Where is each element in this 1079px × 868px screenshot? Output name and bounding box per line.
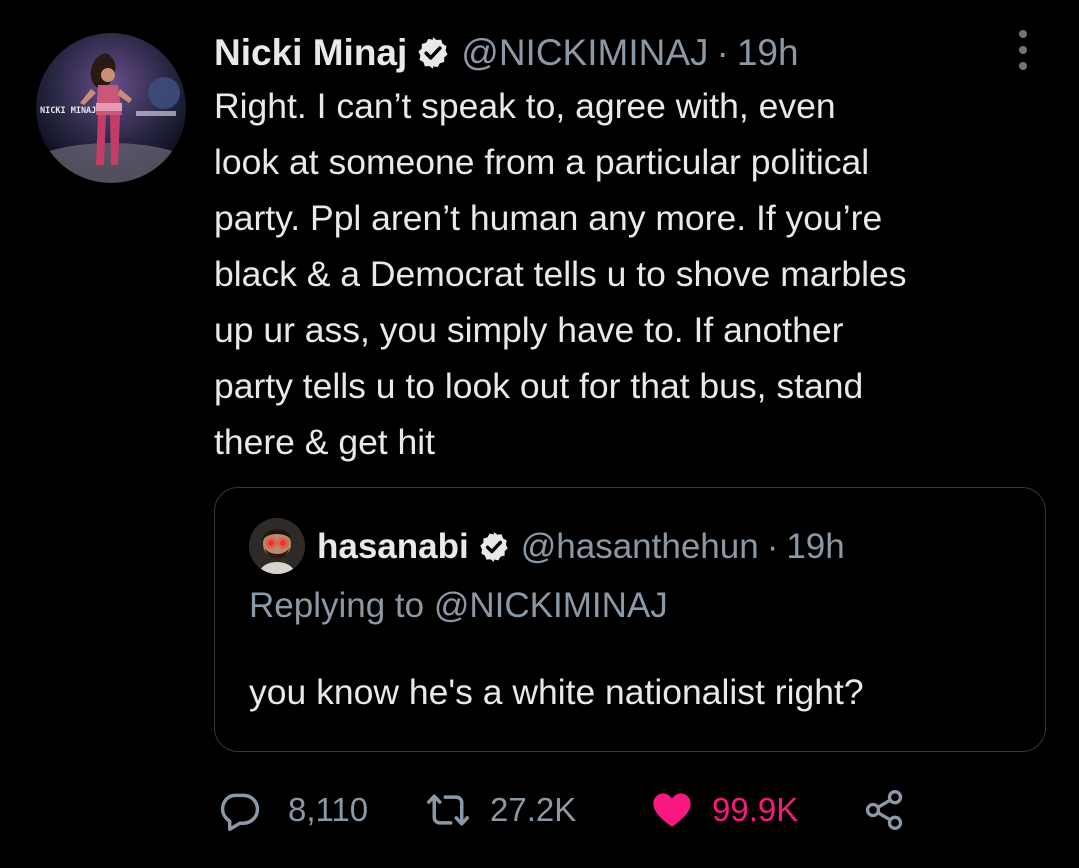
quoted-author-handle[interactable]: @hasanthehun: [521, 527, 759, 567]
author-avatar-image: NICKI MINAJ: [36, 53, 186, 183]
action-bar: 8,110 27.2K 99.9K: [218, 788, 1068, 832]
verified-badge-icon: [479, 532, 508, 562]
quoted-avatar-image: [249, 518, 305, 574]
tweet-text-line: look at someone from a particular politi…: [214, 142, 870, 182]
quoted-header-separator: ·: [766, 527, 779, 566]
quoted-text: you know he's a white nationalist right?: [249, 672, 864, 712]
more-dot: [1019, 62, 1027, 70]
like-button[interactable]: 99.9K: [650, 788, 798, 832]
tweet-text-line: black & a Democrat tells u to shove marb…: [214, 254, 907, 294]
reply-bubble-icon: [220, 793, 260, 831]
more-dot: [1019, 46, 1027, 54]
more-dot: [1019, 30, 1027, 38]
tweet-text: Right. I can’t speak to, agree with, eve…: [214, 78, 1059, 470]
tweet-text-line: up ur ass, you simply have to. If anothe…: [214, 310, 844, 350]
quoted-author-avatar[interactable]: [249, 518, 305, 574]
heart-filled-icon: [653, 793, 691, 827]
share-icon: [865, 790, 903, 830]
author-avatar[interactable]: NICKI MINAJ: [36, 33, 186, 183]
author-name[interactable]: Nicki Minaj: [214, 32, 407, 74]
share-button[interactable]: [862, 788, 906, 832]
retweet-button[interactable]: 27.2K: [426, 788, 576, 832]
retweet-icon: [427, 794, 469, 826]
quoted-tweet[interactable]: hasanabi @hasanthehun · 19h Replying to …: [214, 487, 1046, 752]
reply-button[interactable]: 8,110: [218, 788, 368, 832]
avatar-logo-text: NICKI MINAJ: [40, 106, 96, 116]
author-handle[interactable]: @NICKIMINAJ: [461, 32, 708, 74]
tweet-timestamp[interactable]: 19h: [737, 32, 799, 74]
tweet: NICKI MINAJ Nicki Minaj @NICKIMINAJ · 19…: [0, 0, 1079, 868]
verified-badge-icon: [418, 37, 448, 69]
more-vertical-icon[interactable]: [1013, 30, 1033, 70]
quoted-timestamp[interactable]: 19h: [786, 527, 844, 567]
header-separator: ·: [716, 32, 729, 73]
tweet-text-line: party. Ppl aren’t human any more. If you…: [214, 198, 883, 238]
tweet-text-line: Right. I can’t speak to, agree with, eve…: [214, 86, 836, 126]
quoted-author-name[interactable]: hasanabi: [317, 527, 469, 567]
like-count: 99.9K: [712, 791, 799, 828]
quoted-header: hasanabi @hasanthehun · 19h: [317, 522, 845, 572]
tweet-header: Nicki Minaj @NICKIMINAJ · 19h: [214, 28, 799, 78]
reply-count: 8,110: [288, 791, 369, 828]
tweet-text-line: party tells u to look out for that bus, …: [214, 366, 864, 406]
quoted-replying-to[interactable]: Replying to @NICKIMINAJ: [249, 586, 668, 626]
tweet-text-line: there & get hit: [214, 422, 436, 462]
retweet-count: 27.2K: [490, 791, 577, 828]
